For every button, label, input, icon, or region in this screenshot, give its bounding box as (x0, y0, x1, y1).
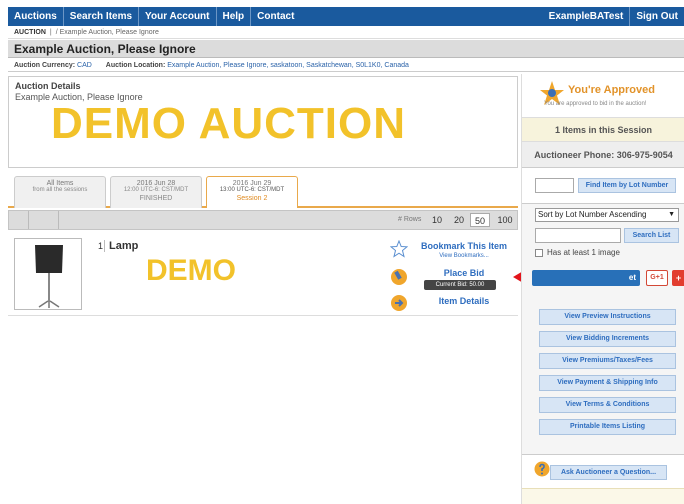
link-payment-shipping[interactable]: View Payment & Shipping Info (539, 375, 676, 391)
tab-session-2[interactable]: 2016 Jun 29 13:00 UTC-6: CST/MDT Session… (206, 176, 298, 208)
current-bid-badge: Current Bid: 50.00 (424, 280, 496, 290)
sidebar: You're Approved You are approved to bid … (521, 74, 684, 504)
share-red-icon[interactable]: + (672, 270, 684, 286)
item-details-button[interactable]: Item Details (410, 296, 518, 306)
nav-username[interactable]: ExampleBATest (543, 7, 631, 26)
tab-all-items-sub: from all the sessions (32, 187, 88, 193)
session-tabs: All Items from all the sessions 2016 Jun… (8, 172, 518, 208)
breadcrumb: AUCTION | / Example Auction, Please Igno… (8, 27, 684, 39)
breadcrumb-root[interactable]: AUCTION (14, 29, 46, 36)
sort-select[interactable]: Sort by Lot Number Ascending ▼ (535, 208, 679, 222)
demo-auction-watermark: DEMO AUCTION (51, 99, 407, 148)
breadcrumb-separator: | (49, 29, 52, 36)
ask-auctioneer-panel: Ask Auctioneer a Question... (522, 454, 684, 488)
page-title: Example Auction, Please Ignore (8, 40, 684, 58)
bookmark-action[interactable]: Bookmark This Item View Bookmarks... (388, 238, 518, 262)
question-icon (534, 461, 550, 477)
tab-session-1-date: 2016 Jun 28 (136, 180, 176, 187)
approved-subtitle: You are approved to bid in the auction! (544, 101, 647, 107)
sidebar-footer-strip (522, 488, 684, 504)
breadcrumb-path: / Example Auction, Please Ignore (55, 29, 159, 36)
image-filter[interactable]: Has at least 1 image (535, 248, 620, 257)
rows-option-100[interactable]: 100 (493, 213, 517, 227)
nav-your-account[interactable]: Your Account (139, 7, 217, 26)
view-bookmarks-link[interactable]: View Bookmarks... (410, 253, 518, 259)
tab-session-1-status: FINISHED (139, 195, 173, 202)
auction-details-panel: Auction Details Example Auction, Please … (8, 76, 518, 168)
search-list-input[interactable] (535, 228, 621, 243)
tab-session-2-name: Session 2 (236, 195, 268, 202)
arrow-right-icon (391, 295, 407, 311)
share-bar: et G+1 + (532, 270, 684, 286)
rows-label: # Rows (398, 216, 422, 223)
search-list-button[interactable]: Search List (624, 228, 679, 243)
ask-auctioneer-button[interactable]: Ask Auctioneer a Question... (550, 465, 667, 480)
rows-option-20[interactable]: 20 (449, 213, 469, 227)
link-preview-instructions[interactable]: View Preview Instructions (539, 309, 676, 325)
lot-number: 1 (98, 241, 104, 251)
chevron-down-icon: ▼ (668, 211, 675, 218)
rows-option-10[interactable]: 10 (427, 213, 447, 227)
demo-watermark: DEMO (146, 254, 236, 287)
item-details-action[interactable]: Item Details (388, 292, 518, 316)
approved-panel: You're Approved You are approved to bid … (522, 74, 684, 118)
place-bid-button[interactable]: Place Bid (410, 268, 518, 278)
tab-session-1[interactable]: 2016 Jun 28 12:00 UTC-6: CST/MDT FINISHE… (110, 176, 202, 208)
toolbar-divider (29, 211, 59, 229)
tweet-button[interactable]: et (532, 270, 640, 286)
approved-title: You're Approved (568, 84, 655, 96)
top-nav: Auctions Search Items Your Account Help … (8, 7, 684, 26)
sort-select-value: Sort by Lot Number Ascending (538, 210, 647, 219)
nav-help[interactable]: Help (217, 7, 252, 26)
items-in-session: 1 Items in this Session (522, 118, 684, 142)
rows-option-50[interactable]: 50 (470, 213, 490, 227)
rows-toolbar: # Rows 10 20 50 100 (8, 210, 518, 230)
nav-auctions[interactable]: Auctions (8, 7, 64, 26)
tab-all-items[interactable]: All Items from all the sessions (14, 176, 106, 208)
lot-thumbnail[interactable] (14, 238, 82, 310)
tab-session-1-time: 12:00 UTC-6: CST/MDT (123, 187, 189, 193)
currency-value: CAD (77, 62, 92, 69)
bookmark-button[interactable]: Bookmark This Item (410, 241, 518, 251)
image-filter-checkbox[interactable] (535, 248, 543, 257)
auction-details-header: Auction Details (15, 81, 81, 91)
sign-out-link[interactable]: Sign Out (630, 7, 684, 26)
gavel-icon (391, 269, 407, 285)
google-plus-button[interactable]: G+1 (646, 270, 668, 286)
currency-label: Auction Currency: (14, 62, 76, 69)
find-by-lot: Find Item by Lot Number (522, 168, 684, 204)
find-lot-button[interactable]: Find Item by Lot Number (578, 178, 676, 193)
link-printable-listing[interactable]: Printable Items Listing (539, 419, 676, 435)
tab-all-items-title: All Items (46, 180, 74, 187)
location-value[interactable]: Example Auction, Please Ignore, saskatoo… (167, 62, 409, 69)
star-outline-icon (390, 240, 408, 258)
location-label: Auction Location: (105, 62, 166, 69)
toolbar-divider (9, 211, 29, 229)
link-premiums-taxes-fees[interactable]: View Premiums/Taxes/Fees (539, 353, 676, 369)
nav-contact[interactable]: Contact (251, 7, 300, 26)
image-filter-label: Has at least 1 image (547, 248, 620, 257)
link-terms-conditions[interactable]: View Terms & Conditions (539, 397, 676, 413)
lamp-image (35, 245, 63, 308)
tab-session-2-time: 13:00 UTC-6: CST/MDT (219, 187, 285, 193)
lot-title[interactable]: Lamp (104, 240, 138, 252)
auctioneer-phone: Auctioneer Phone: 306-975-9054 (522, 142, 684, 168)
lot-number-input[interactable] (535, 178, 574, 193)
tab-session-2-date: 2016 Jun 29 (232, 180, 272, 187)
nav-search-items[interactable]: Search Items (64, 7, 140, 26)
auction-meta: Auction Currency: CAD Auction Location: … (8, 59, 684, 72)
nav-user-area: ExampleBATest Sign Out (543, 7, 684, 26)
link-bidding-increments[interactable]: View Bidding Increments (539, 331, 676, 347)
